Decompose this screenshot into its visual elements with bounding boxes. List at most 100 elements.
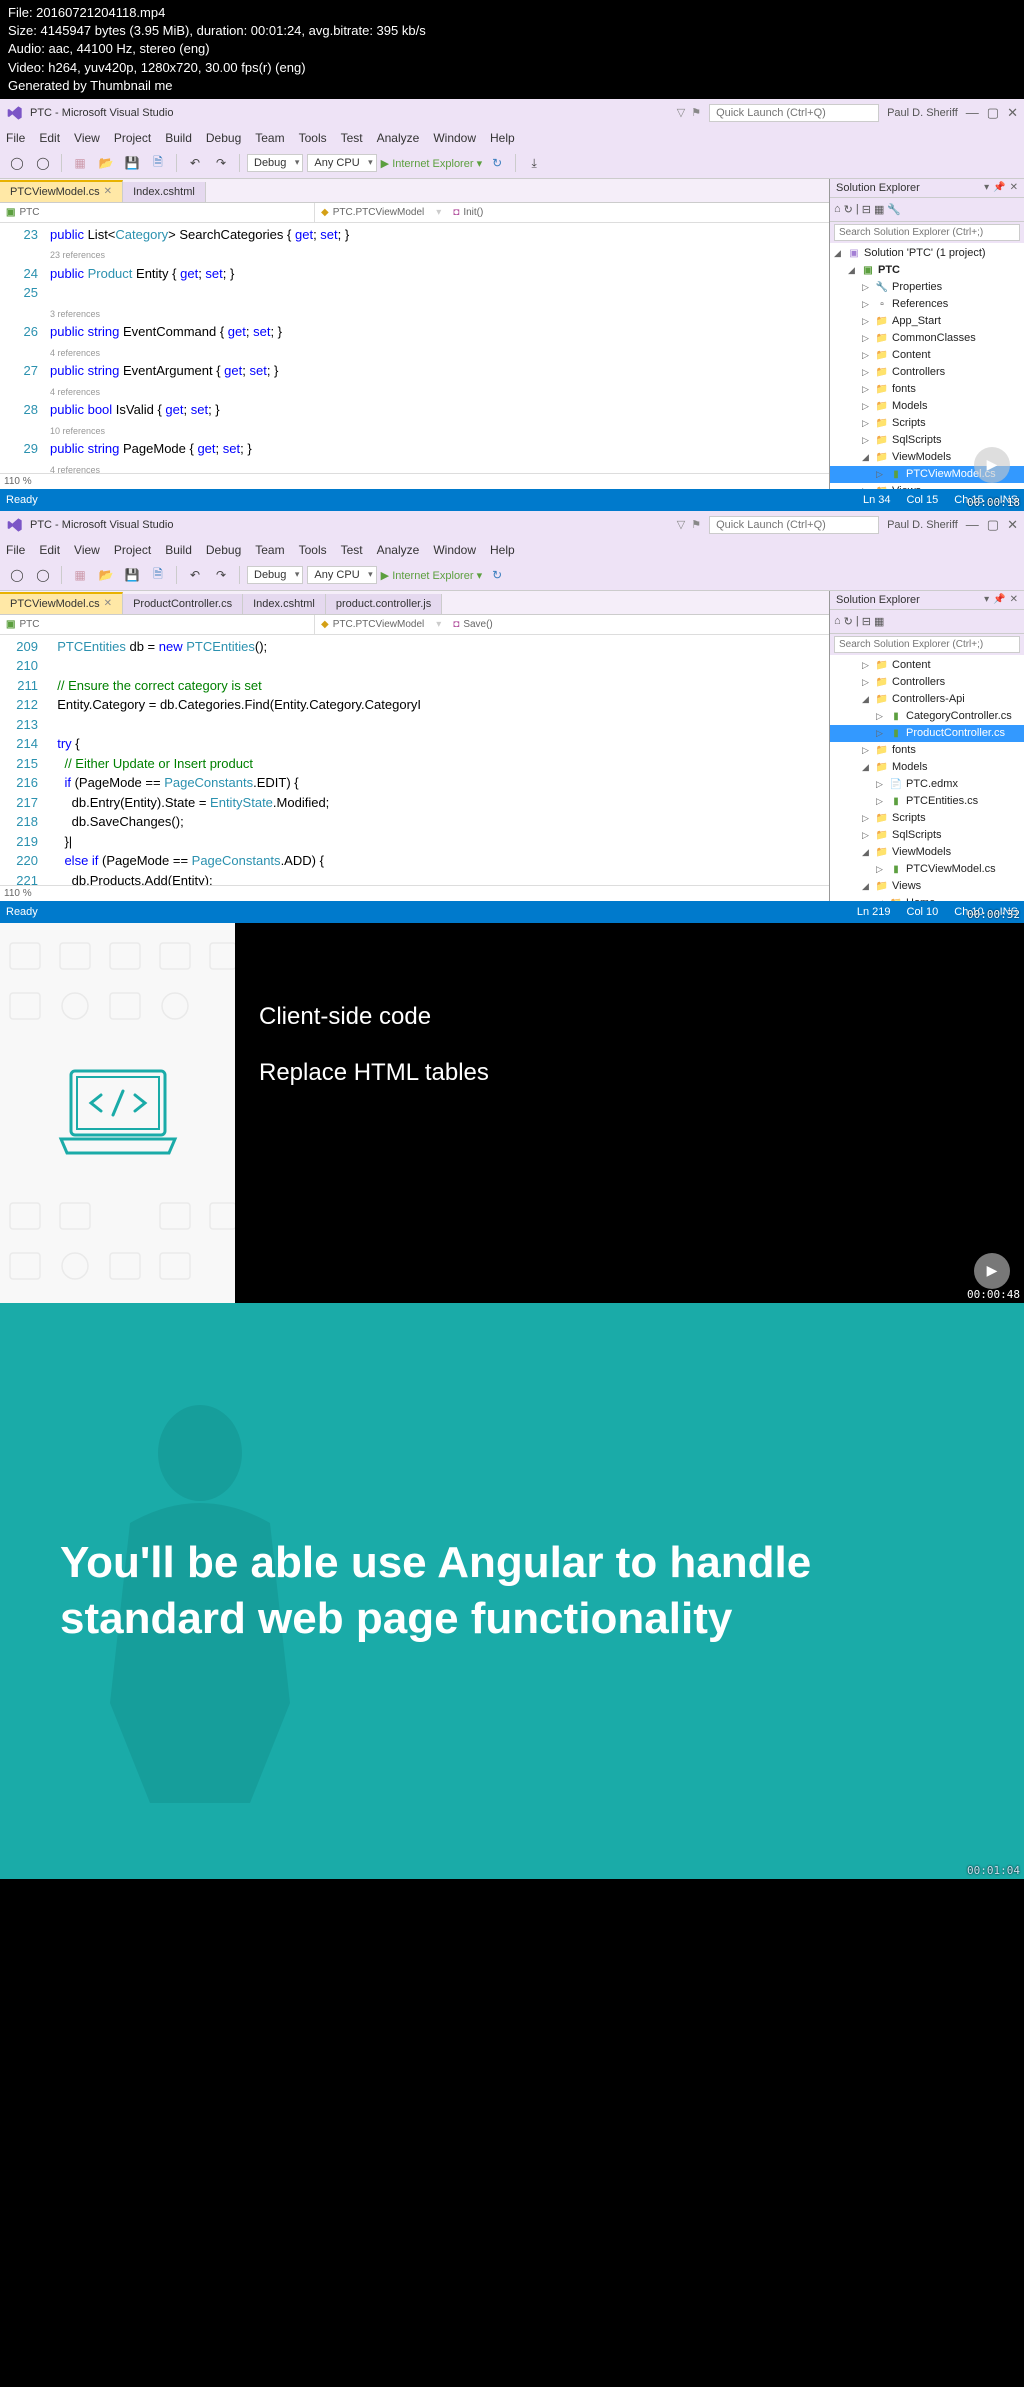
menu-tools[interactable]: Tools bbox=[299, 543, 327, 557]
tree-item[interactable]: ◢📁ViewModels bbox=[830, 844, 1024, 861]
config-dropdown[interactable]: Debug bbox=[247, 566, 303, 584]
code-line[interactable]: else if (PageMode == PageConstants.ADD) … bbox=[46, 851, 829, 871]
nav-project[interactable]: PTC bbox=[19, 207, 39, 218]
menu-tools[interactable]: Tools bbox=[299, 131, 327, 145]
show-all-icon[interactable]: ▦ bbox=[874, 615, 884, 628]
collapse-icon[interactable]: ⊟ bbox=[862, 203, 871, 216]
user-name[interactable]: Paul D. Sheriff bbox=[887, 519, 958, 531]
nav-back-icon[interactable]: ◯ bbox=[6, 564, 28, 586]
undo-icon[interactable]: ↶ bbox=[184, 564, 206, 586]
nav-project[interactable]: PTC bbox=[19, 619, 39, 630]
menu-view[interactable]: View bbox=[74, 543, 100, 557]
run-button[interactable]: ▶ Internet Explorer ▾ bbox=[381, 569, 482, 582]
maximize-icon[interactable]: ▢ bbox=[987, 517, 999, 533]
tree-item[interactable]: ▷🔧Properties bbox=[830, 279, 1024, 296]
save-all-icon[interactable]: 🗎 bbox=[147, 564, 169, 586]
code-line[interactable] bbox=[46, 656, 829, 676]
sln-search-input[interactable] bbox=[834, 636, 1020, 653]
new-project-icon[interactable]: ▦ bbox=[69, 564, 91, 586]
collapse-icon[interactable]: ⊟ bbox=[862, 615, 871, 628]
minimize-icon[interactable]: — bbox=[966, 517, 979, 533]
step-icon[interactable]: ⤓ bbox=[523, 152, 545, 174]
tree-item[interactable]: ▷📁Content bbox=[830, 347, 1024, 364]
menu-analyze[interactable]: Analyze bbox=[377, 131, 420, 145]
code-line[interactable]: public Product Entity { get; set; } bbox=[46, 264, 829, 284]
nav-method[interactable]: Init() bbox=[463, 207, 483, 218]
nav-class[interactable]: PTC.PTCViewModel bbox=[333, 207, 425, 218]
menu-view[interactable]: View bbox=[74, 131, 100, 145]
nav-fwd-icon[interactable]: ◯ bbox=[32, 152, 54, 174]
pin2-icon[interactable]: 📌 bbox=[993, 594, 1005, 606]
sln-search-input[interactable] bbox=[834, 224, 1020, 241]
tree-item[interactable]: ▷📁Controllers bbox=[830, 364, 1024, 381]
solution-tree[interactable]: ▷📁Content▷📁Controllers◢📁Controllers-Api▷… bbox=[830, 655, 1024, 901]
close-icon[interactable]: ✕ bbox=[1007, 517, 1018, 533]
menu-edit[interactable]: Edit bbox=[39, 543, 60, 557]
code-line[interactable]: public bool IsValid { get; set; } bbox=[46, 400, 829, 420]
close-icon[interactable]: ✕ bbox=[1007, 105, 1018, 121]
tree-item[interactable]: ▷▮ProductController.cs bbox=[830, 725, 1024, 742]
menu-team[interactable]: Team bbox=[255, 543, 284, 557]
tab-file[interactable]: product.controller.js bbox=[326, 594, 442, 614]
code-line[interactable]: db.Products.Add(Entity); bbox=[46, 871, 829, 885]
redo-icon[interactable]: ↷ bbox=[210, 152, 232, 174]
config-dropdown[interactable]: Debug bbox=[247, 154, 303, 172]
tree-item[interactable]: ▷📁fonts bbox=[830, 742, 1024, 759]
nav-method[interactable]: Save() bbox=[463, 619, 492, 630]
code-line[interactable]: if (PageMode == PageConstants.EDIT) { bbox=[46, 773, 829, 793]
quick-launch-input[interactable] bbox=[709, 516, 879, 534]
maximize-icon[interactable]: ▢ bbox=[987, 105, 999, 121]
tree-item[interactable]: ▷📄PTC.edmx bbox=[830, 776, 1024, 793]
run-button[interactable]: ▶ Internet Explorer ▾ bbox=[381, 157, 482, 170]
code-line[interactable]: // Ensure the correct category is set bbox=[46, 676, 829, 696]
flag-icon[interactable]: ⚑ bbox=[691, 106, 701, 119]
nav-class[interactable]: PTC.PTCViewModel bbox=[333, 619, 425, 630]
code-line[interactable]: 4 references bbox=[46, 459, 829, 473]
props-icon[interactable]: 🔧 bbox=[887, 203, 901, 216]
menu-file[interactable]: File bbox=[6, 543, 25, 557]
menu-help[interactable]: Help bbox=[490, 131, 515, 145]
play-overlay-icon[interactable]: ▶ bbox=[974, 1253, 1010, 1289]
home-icon[interactable]: ⌂ bbox=[834, 203, 841, 215]
menu-debug[interactable]: Debug bbox=[206, 131, 241, 145]
show-all-icon[interactable]: ▦ bbox=[874, 203, 884, 216]
code-line[interactable]: try { bbox=[46, 734, 829, 754]
platform-dropdown[interactable]: Any CPU bbox=[307, 154, 376, 172]
notification-icon[interactable]: ▽ bbox=[677, 106, 685, 119]
nav-back-icon[interactable]: ◯ bbox=[6, 152, 28, 174]
titlebar[interactable]: PTC - Microsoft Visual Studio ▽ ⚑ Paul D… bbox=[0, 99, 1024, 127]
code-area[interactable]: 23242526272829303132333435 public List<C… bbox=[0, 223, 829, 473]
menu-file[interactable]: File bbox=[6, 131, 25, 145]
redo-icon[interactable]: ↷ bbox=[210, 564, 232, 586]
code-line[interactable]: db.SaveChanges(); bbox=[46, 812, 829, 832]
zoom-combo[interactable]: 110 % bbox=[4, 888, 32, 899]
user-name[interactable]: Paul D. Sheriff bbox=[887, 107, 958, 119]
panel-close-icon[interactable]: ✕ bbox=[1010, 182, 1018, 194]
tree-item[interactable]: ▷📁Controllers bbox=[830, 674, 1024, 691]
pin-icon[interactable]: ▾ bbox=[984, 182, 989, 194]
platform-dropdown[interactable]: Any CPU bbox=[307, 566, 376, 584]
code-line[interactable] bbox=[46, 283, 829, 303]
nav-fwd-icon[interactable]: ◯ bbox=[32, 564, 54, 586]
quick-launch-input[interactable] bbox=[709, 104, 879, 122]
open-icon[interactable]: 📂 bbox=[95, 564, 117, 586]
code-line[interactable]: 4 references bbox=[46, 381, 829, 401]
code-line[interactable]: 10 references bbox=[46, 420, 829, 440]
tree-item[interactable]: ▷📁Scripts bbox=[830, 810, 1024, 827]
browser-refresh-icon[interactable]: ↻ bbox=[486, 564, 508, 586]
tab-file[interactable]: Index.cshtml bbox=[123, 182, 206, 202]
menu-test[interactable]: Test bbox=[341, 543, 363, 557]
pin2-icon[interactable]: 📌 bbox=[993, 182, 1005, 194]
open-icon[interactable]: 📂 bbox=[95, 152, 117, 174]
tree-item[interactable]: ▷📁fonts bbox=[830, 381, 1024, 398]
tree-item[interactable]: ▷▮CategoryController.cs bbox=[830, 708, 1024, 725]
save-icon[interactable]: 💾 bbox=[121, 152, 143, 174]
code-line[interactable] bbox=[46, 715, 829, 735]
tree-item[interactable]: ◢📁Controllers-Api bbox=[830, 691, 1024, 708]
panel-close-icon[interactable]: ✕ bbox=[1010, 594, 1018, 606]
menu-project[interactable]: Project bbox=[114, 543, 151, 557]
tab-file[interactable]: PTCViewModel.cs ✕ bbox=[0, 180, 123, 202]
menu-analyze[interactable]: Analyze bbox=[377, 543, 420, 557]
save-all-icon[interactable]: 🗎 bbox=[147, 152, 169, 174]
tree-item[interactable]: ▷▮PTCViewModel.cs bbox=[830, 861, 1024, 878]
